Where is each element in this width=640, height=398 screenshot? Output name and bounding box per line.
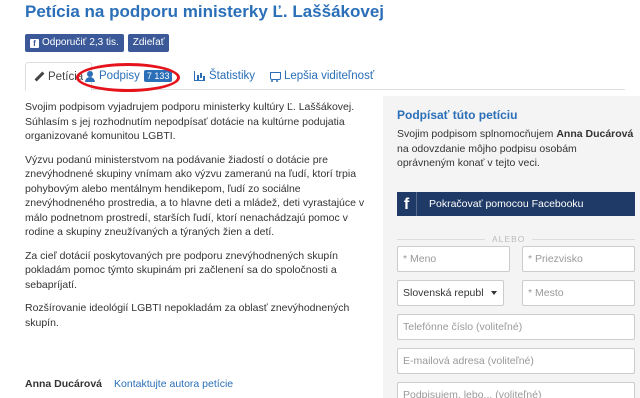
tab-label: Štatistiky <box>209 70 256 82</box>
first-name-input[interactable]: * Meno <box>397 246 510 272</box>
tab-peticia[interactable]: Petícia <box>25 62 93 91</box>
petition-paragraph: Výzvu podanú ministerstvom na podávanie … <box>25 153 365 239</box>
divider-line <box>397 239 485 240</box>
tab-bar: Petícia Podpisy 7 133 Štatistiky Lepšia … <box>25 62 625 91</box>
or-label: ALEBO <box>492 234 526 244</box>
tab-podpisy[interactable]: Podpisy 7 133 <box>85 62 173 90</box>
sign-panel-title: Podpísať túto petíciu <box>397 108 518 122</box>
tab-label: Petícia <box>48 70 84 83</box>
petition-paragraph: Rozšírovanie ideológií LGBTI nepokladám … <box>25 302 350 329</box>
desc-suffix: na odovzdanie môjho podpisu osobám opráv… <box>397 142 577 170</box>
desc-author-name: Anna Ducárová <box>556 128 634 140</box>
continue-with-facebook-button[interactable]: f Pokračovať pomocou Facebooku <box>397 192 635 216</box>
petition-paragraph: Svojim podpisom vyjadrujem podporu minis… <box>25 101 355 142</box>
author-name: Anna Ducárová <box>25 378 103 390</box>
share-row: f Odporučiť 2,3 tis. Zdieľať <box>25 34 170 52</box>
signature-count-badge: 7 133 <box>143 70 173 82</box>
sign-petition-panel: Podpísať túto petíciu Svojim podpisom sp… <box>383 96 640 398</box>
phone-input[interactable]: Telefónne číslo (voliteľné) <box>397 314 635 340</box>
country-select-value: Slovenská republ <box>403 287 484 299</box>
city-input[interactable]: * Mesto <box>522 280 635 306</box>
email-input[interactable]: E-mailová adresa (voliteľné) <box>397 348 635 374</box>
recommend-count: 2,3 tis. <box>89 37 119 48</box>
author-row: Anna Ducárová Kontaktujte autora petície <box>25 378 233 390</box>
or-divider: ALEBO <box>397 234 635 244</box>
facebook-button-label: Pokračovať pomocou Facebooku <box>429 198 584 210</box>
comment-input[interactable]: Podpisujem, lebo... (voliteľné) <box>397 382 635 398</box>
tab-label: Lepšia viditeľnosť <box>284 70 375 82</box>
facebook-recommend-button[interactable]: f Odporučiť 2,3 tis. <box>25 34 124 52</box>
chart-icon <box>194 71 205 81</box>
facebook-icon: f <box>30 38 39 48</box>
contact-author-link[interactable]: Kontaktujte autora petície <box>114 378 233 390</box>
cart-icon <box>269 71 281 82</box>
petition-text: Svojim podpisom vyjadrujem podporu minis… <box>25 100 365 339</box>
tab-label: Podpisy <box>99 70 140 82</box>
sign-panel-description: Svojim podpisom splnomocňujem Anna Ducár… <box>397 127 635 171</box>
desc-prefix: Svojim podpisom splnomocňujem <box>397 128 554 140</box>
recommend-label: Odporučiť <box>42 37 87 48</box>
country-select[interactable]: Slovenská republ <box>397 280 504 306</box>
page-title: Petícia na podporu ministerky Ľ. Laššáko… <box>25 2 385 21</box>
tab-statistiky[interactable]: Štatistiky <box>194 62 255 90</box>
petition-paragraph: Za cieľ dotácií poskytovaných pre podpor… <box>25 249 339 291</box>
chevron-down-icon <box>491 291 497 295</box>
divider-line <box>532 239 635 240</box>
tab-lepsia-viditelnost[interactable]: Lepšia viditeľnosť <box>269 62 374 90</box>
facebook-icon: f <box>397 192 417 216</box>
last-name-input[interactable]: * Priezvisko <box>522 246 635 272</box>
pencil-icon <box>34 72 44 82</box>
user-icon <box>85 70 95 82</box>
facebook-share-button[interactable]: Zdieľať <box>127 34 170 52</box>
